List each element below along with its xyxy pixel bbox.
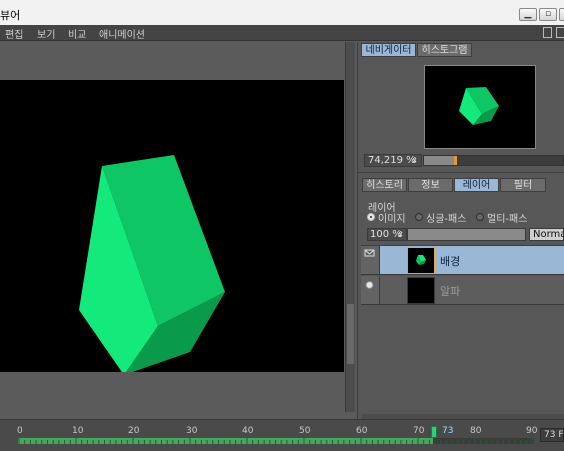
- layer-row-alpha[interactable]: 알파: [361, 276, 564, 305]
- layer-visibility-toggle[interactable]: [361, 246, 380, 274]
- tab-histogram[interactable]: 히스토그램: [417, 43, 472, 57]
- tab-layers[interactable]: 레이어: [454, 178, 499, 192]
- tick-label: 40: [242, 426, 254, 436]
- end-frame-field[interactable]: 73 F: [540, 428, 564, 442]
- opacity-slider[interactable]: [407, 228, 526, 241]
- single-layout-icon[interactable]: [543, 27, 552, 38]
- layer-thumbnail: [407, 277, 435, 304]
- zoom-slider[interactable]: [423, 155, 564, 166]
- radio-dot-icon: [365, 281, 374, 289]
- title-bar: 뷰어 ▁ ▫: [0, 0, 564, 25]
- mode-single-pass-label[interactable]: 싱글-패스: [426, 210, 466, 225]
- tab-filter[interactable]: 필터: [500, 178, 546, 192]
- spinner-icon[interactable]: ⇕: [411, 155, 418, 166]
- layer-row-background[interactable]: 배경: [361, 246, 564, 275]
- menu-view[interactable]: 보기: [37, 26, 55, 41]
- zoom-slider-knob[interactable]: [454, 156, 457, 165]
- mode-multi-pass-radio[interactable]: [476, 213, 484, 221]
- visibility-icon: [364, 249, 375, 257]
- tick-label: 30: [186, 426, 198, 436]
- menu-animation[interactable]: 애니메이션: [99, 26, 145, 41]
- navigator-cube-image: [459, 87, 499, 125]
- zoom-field[interactable]: 74,219 % ⇕: [364, 154, 422, 167]
- mode-single-pass-radio[interactable]: [415, 213, 423, 221]
- tick-label: 80: [470, 426, 482, 436]
- layer-thumbnail: [407, 247, 435, 274]
- layer-name: 알파: [440, 285, 461, 298]
- layer-name: 배경: [440, 255, 461, 268]
- navigator-preview[interactable]: [424, 65, 536, 149]
- spinner-icon[interactable]: ⇕: [397, 229, 404, 240]
- zoom-value: 74,219 %: [368, 155, 416, 166]
- zoom-slider-fill: [424, 156, 455, 165]
- split-layout-icon[interactable]: [556, 27, 564, 38]
- viewer-scrollbar[interactable]: [345, 42, 355, 412]
- tick-label: 60: [356, 426, 368, 436]
- tick-label: 10: [72, 426, 84, 436]
- rendered-cube-image: [79, 155, 225, 375]
- window-title: 뷰어: [0, 9, 21, 22]
- menu-bar: 편집 보기 비교 애니메이션: [0, 25, 564, 41]
- render-viewport[interactable]: [0, 80, 344, 375]
- tick-label: 0: [17, 426, 23, 436]
- menu-edit[interactable]: 편집: [5, 26, 23, 41]
- opacity-field[interactable]: 100 % ⇕: [367, 228, 407, 241]
- mode-multi-pass-label[interactable]: 멀티-패스: [487, 210, 527, 225]
- layer-visibility-toggle[interactable]: [361, 276, 380, 304]
- tick-label: 90: [526, 426, 538, 436]
- timeline-ruler: [18, 438, 533, 444]
- close-button[interactable]: [559, 8, 564, 21]
- tab-history[interactable]: 히스토리: [362, 178, 407, 192]
- tick-label: 70: [413, 426, 425, 436]
- tab-navigator[interactable]: 네비게이터: [361, 43, 416, 57]
- tick-label: 20: [128, 426, 140, 436]
- menu-compare[interactable]: 비교: [68, 26, 86, 41]
- restore-button[interactable]: ▫: [539, 8, 557, 21]
- current-frame-label: 73: [442, 426, 454, 436]
- panel-divider: [358, 172, 564, 173]
- scrollbar-thumb[interactable]: [347, 304, 354, 364]
- mode-image-radio[interactable]: [367, 213, 375, 221]
- blend-mode-select[interactable]: Normal: [529, 228, 564, 241]
- playhead[interactable]: [431, 426, 437, 438]
- tab-info[interactable]: 정보: [408, 178, 453, 192]
- minimize-button[interactable]: ▁: [519, 8, 537, 21]
- mode-image-label[interactable]: 이미지: [378, 210, 406, 225]
- tick-label: 50: [299, 426, 311, 436]
- layer-thumb-cube: [416, 255, 426, 265]
